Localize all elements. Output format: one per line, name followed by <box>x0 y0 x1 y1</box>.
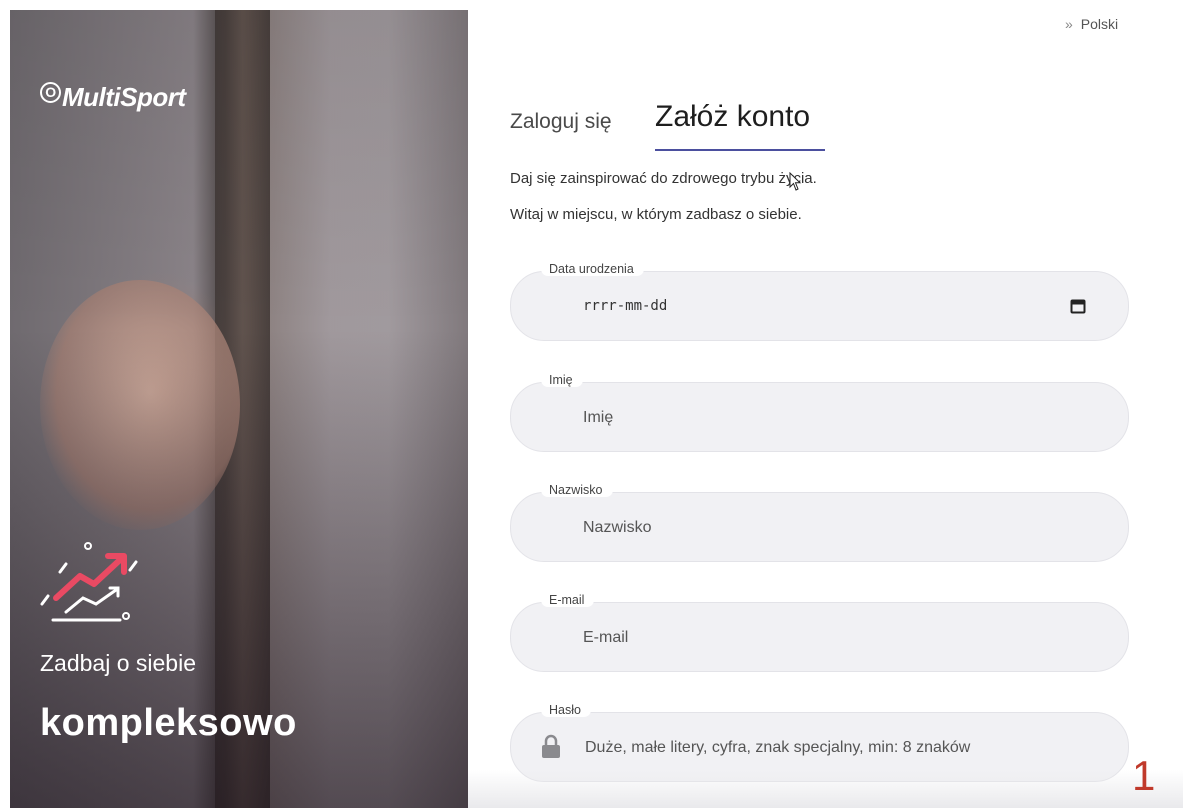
page-number: 1 <box>1132 752 1156 799</box>
birthdate-field[interactable]: Data urodzenia rrrr-mm-dd <box>510 262 1129 341</box>
birthdate-label: Data urodzenia <box>541 262 644 276</box>
logo-text: MultiSport <box>62 82 186 112</box>
password-label: Hasło <box>541 703 591 717</box>
logo-mark: O <box>40 82 61 103</box>
lock-icon <box>542 734 560 758</box>
last-name-label: Nazwisko <box>541 483 613 497</box>
last-name-input[interactable] <box>581 513 1055 543</box>
first-name-label: Imię <box>541 373 583 387</box>
tab-login[interactable]: Zaloguj się <box>510 110 612 134</box>
password-input[interactable] <box>583 733 1057 763</box>
active-tab-indicator <box>655 149 825 151</box>
hero-panel <box>10 10 468 808</box>
hero-tagline: Zadbaj o siebie <box>40 650 196 676</box>
double-chevron-icon: » <box>1065 16 1073 32</box>
email-input[interactable] <box>581 623 1055 653</box>
first-name-field: Imię <box>510 373 1129 452</box>
hero-headline: kompleksowo <box>40 702 297 744</box>
last-name-field: Nazwisko <box>510 483 1129 562</box>
trend-up-chart-icon <box>40 542 138 622</box>
calendar-icon[interactable] <box>1070 298 1086 314</box>
language-label: Polski <box>1080 16 1119 32</box>
first-name-input[interactable] <box>581 403 1055 433</box>
birthdate-placeholder: rrrr-mm-dd <box>583 298 668 314</box>
email-field: E-mail <box>510 593 1129 672</box>
multisport-logo[interactable]: O MultiSport <box>40 82 186 113</box>
tab-register[interactable]: Załóż konto <box>655 100 810 134</box>
intro-line-1: Daj się zainspirować do zdrowego trybu ż… <box>510 170 817 187</box>
intro-line-2: Witaj w miejscu, w którym zadbasz o sieb… <box>510 206 802 223</box>
language-selector[interactable]: » Polski <box>1065 16 1118 32</box>
mouse-cursor-icon <box>789 172 802 191</box>
email-label: E-mail <box>541 593 595 607</box>
